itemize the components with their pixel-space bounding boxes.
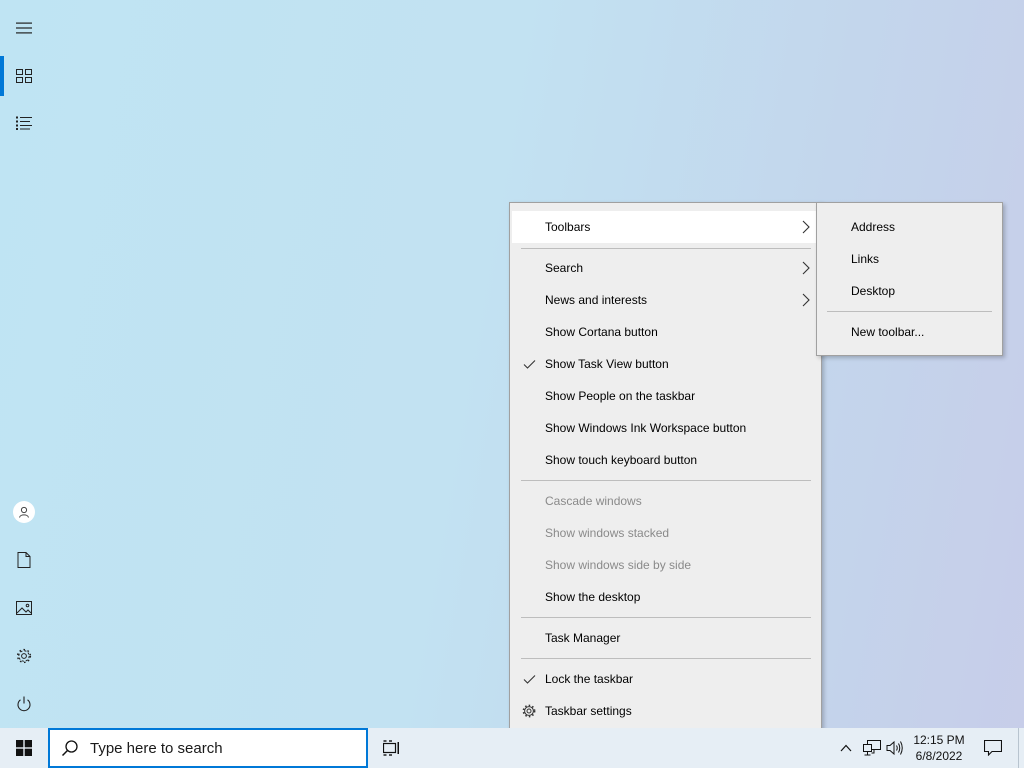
submenu-item-desktop[interactable]: Desktop <box>819 275 1000 307</box>
menu-item-toolbars[interactable]: Toolbars <box>512 211 819 243</box>
submenu-item-address[interactable]: Address <box>819 211 1000 243</box>
menu-separator <box>521 658 811 659</box>
menu-item-label: Taskbar settings <box>545 704 632 718</box>
menu-item-label: Show windows stacked <box>545 526 670 540</box>
menu-separator <box>521 248 811 249</box>
menu-item-show-touch-keyboard[interactable]: Show touch keyboard button <box>512 444 819 476</box>
chevron-right-icon <box>802 220 810 234</box>
checkmark-icon <box>522 357 536 371</box>
settings-gear-icon <box>522 704 536 718</box>
menu-item-show-cortana-button[interactable]: Show Cortana button <box>512 316 819 348</box>
menu-separator <box>521 617 811 618</box>
menu-item-label: Lock the taskbar <box>545 672 634 686</box>
menu-item-lock-taskbar[interactable]: Lock the taskbar <box>512 663 819 695</box>
menu-separator <box>827 311 992 312</box>
submenu-item-links[interactable]: Links <box>819 243 1000 275</box>
settings-gear-icon <box>16 648 32 664</box>
clock-button[interactable]: 12:15 PM 6/8/2022 <box>908 728 970 768</box>
menu-item-label: Show the desktop <box>545 590 641 604</box>
network-button[interactable] <box>860 728 884 768</box>
menu-item-label: Show Task View button <box>545 357 669 371</box>
user-account-button[interactable] <box>0 488 48 536</box>
menu-item-label: Show Windows Ink Workspace button <box>545 421 747 435</box>
start-menu-rail <box>0 0 48 728</box>
show-desktop-button[interactable] <box>1018 728 1024 768</box>
submenu-item-new-toolbar[interactable]: New toolbar... <box>819 316 1000 348</box>
menu-item-show-desktop[interactable]: Show the desktop <box>512 581 819 613</box>
menu-item-task-manager[interactable]: Task Manager <box>512 622 819 654</box>
menu-item-show-task-view-button[interactable]: Show Task View button <box>512 348 819 380</box>
menu-item-news-and-interests[interactable]: News and interests <box>512 284 819 316</box>
hamburger-icon <box>16 22 32 34</box>
tiles-icon <box>16 69 32 83</box>
chevron-right-icon <box>802 261 810 275</box>
action-center-button[interactable] <box>976 728 1010 768</box>
taskbar: Type here to search 12:15 PM 6/8/2022 <box>0 728 1024 768</box>
volume-button[interactable] <box>884 728 906 768</box>
clock-date: 6/8/2022 <box>915 749 963 763</box>
pictures-icon <box>16 601 32 615</box>
menu-item-label: News and interests <box>545 293 648 307</box>
windows-logo-icon <box>16 740 32 756</box>
pinned-tiles-button[interactable] <box>0 52 48 100</box>
documents-button[interactable] <box>0 536 48 584</box>
checkmark-icon <box>522 672 536 686</box>
menu-item-label: Show touch keyboard button <box>545 453 698 467</box>
taskbar-search-box[interactable]: Type here to search <box>48 728 368 768</box>
notification-icon <box>984 740 1002 756</box>
search-icon <box>50 730 90 766</box>
all-apps-button[interactable] <box>0 99 48 147</box>
chevron-up-icon <box>840 744 852 752</box>
menu-item-label: Show People on the taskbar <box>545 389 696 403</box>
toolbars-submenu: Address Links Desktop New toolbar... <box>816 202 1003 356</box>
menu-item-windows-stacked: Show windows stacked <box>512 517 819 549</box>
documents-icon <box>17 552 31 568</box>
task-view-button[interactable] <box>368 728 416 768</box>
start-button[interactable] <box>0 728 48 768</box>
chevron-right-icon <box>802 293 810 307</box>
menu-item-label: Show windows side by side <box>545 558 692 572</box>
menu-item-windows-side-by-side: Show windows side by side <box>512 549 819 581</box>
menu-separator <box>521 480 811 481</box>
menu-item-label: Search <box>545 261 584 275</box>
task-view-icon <box>383 740 399 756</box>
menu-item-label: Show Cortana button <box>545 325 658 339</box>
menu-item-cascade-windows: Cascade windows <box>512 485 819 517</box>
submenu-item-label: Links <box>851 252 880 266</box>
submenu-item-label: Desktop <box>851 284 896 298</box>
user-icon <box>19 506 29 518</box>
all-apps-list-icon <box>16 116 32 130</box>
submenu-item-label: New toolbar... <box>851 325 925 339</box>
speaker-volume-icon <box>886 740 903 756</box>
submenu-item-label: Address <box>851 220 896 234</box>
show-hidden-icons-button[interactable] <box>836 728 856 768</box>
power-button[interactable] <box>0 680 48 728</box>
settings-button[interactable] <box>0 632 48 680</box>
expand-menu-button[interactable] <box>0 4 48 52</box>
taskbar-context-menu: Toolbars Search News and interests Show … <box>509 202 822 735</box>
menu-item-taskbar-settings[interactable]: Taskbar settings <box>512 695 819 727</box>
avatar <box>13 501 35 523</box>
network-wired-icon <box>863 740 881 756</box>
menu-item-label: Cascade windows <box>545 494 642 508</box>
power-icon <box>17 696 31 712</box>
menu-item-show-ink-workspace[interactable]: Show Windows Ink Workspace button <box>512 412 819 444</box>
clock-time: 12:15 PM <box>913 733 965 747</box>
search-placeholder: Type here to search <box>90 739 223 757</box>
menu-item-label: Toolbars <box>545 220 591 234</box>
menu-item-search[interactable]: Search <box>512 252 819 284</box>
menu-item-show-people[interactable]: Show People on the taskbar <box>512 380 819 412</box>
menu-item-label: Task Manager <box>545 631 621 645</box>
pictures-button[interactable] <box>0 584 48 632</box>
